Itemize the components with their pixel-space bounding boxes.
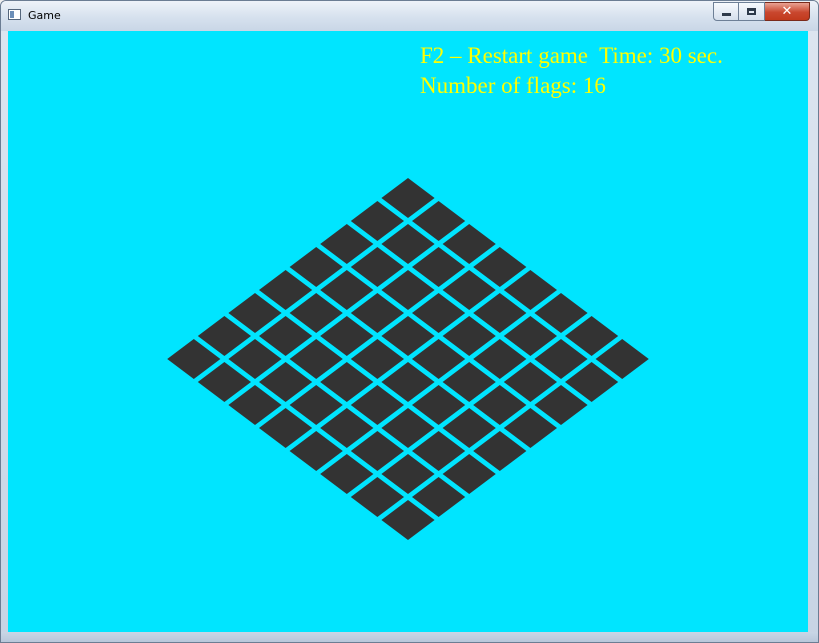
maximize-button[interactable] (739, 2, 765, 21)
window-title: Game (28, 9, 61, 22)
close-button[interactable]: ✕ (765, 2, 810, 21)
app-window-icon[interactable] (8, 9, 21, 20)
maximize-icon (739, 3, 764, 20)
caption-buttons: ✕ (713, 2, 810, 22)
game-window: Game ✕ F2 – Restart game Time: 30 sec. N… (0, 0, 819, 643)
close-icon: ✕ (781, 4, 793, 19)
window-bottom-border (1, 632, 818, 642)
minimize-icon (714, 3, 738, 20)
game-canvas[interactable]: F2 – Restart game Time: 30 sec. Number o… (8, 31, 808, 632)
title-bar[interactable]: Game ✕ (1, 1, 818, 31)
minefield-board (167, 178, 649, 540)
minimize-button[interactable] (713, 2, 739, 21)
